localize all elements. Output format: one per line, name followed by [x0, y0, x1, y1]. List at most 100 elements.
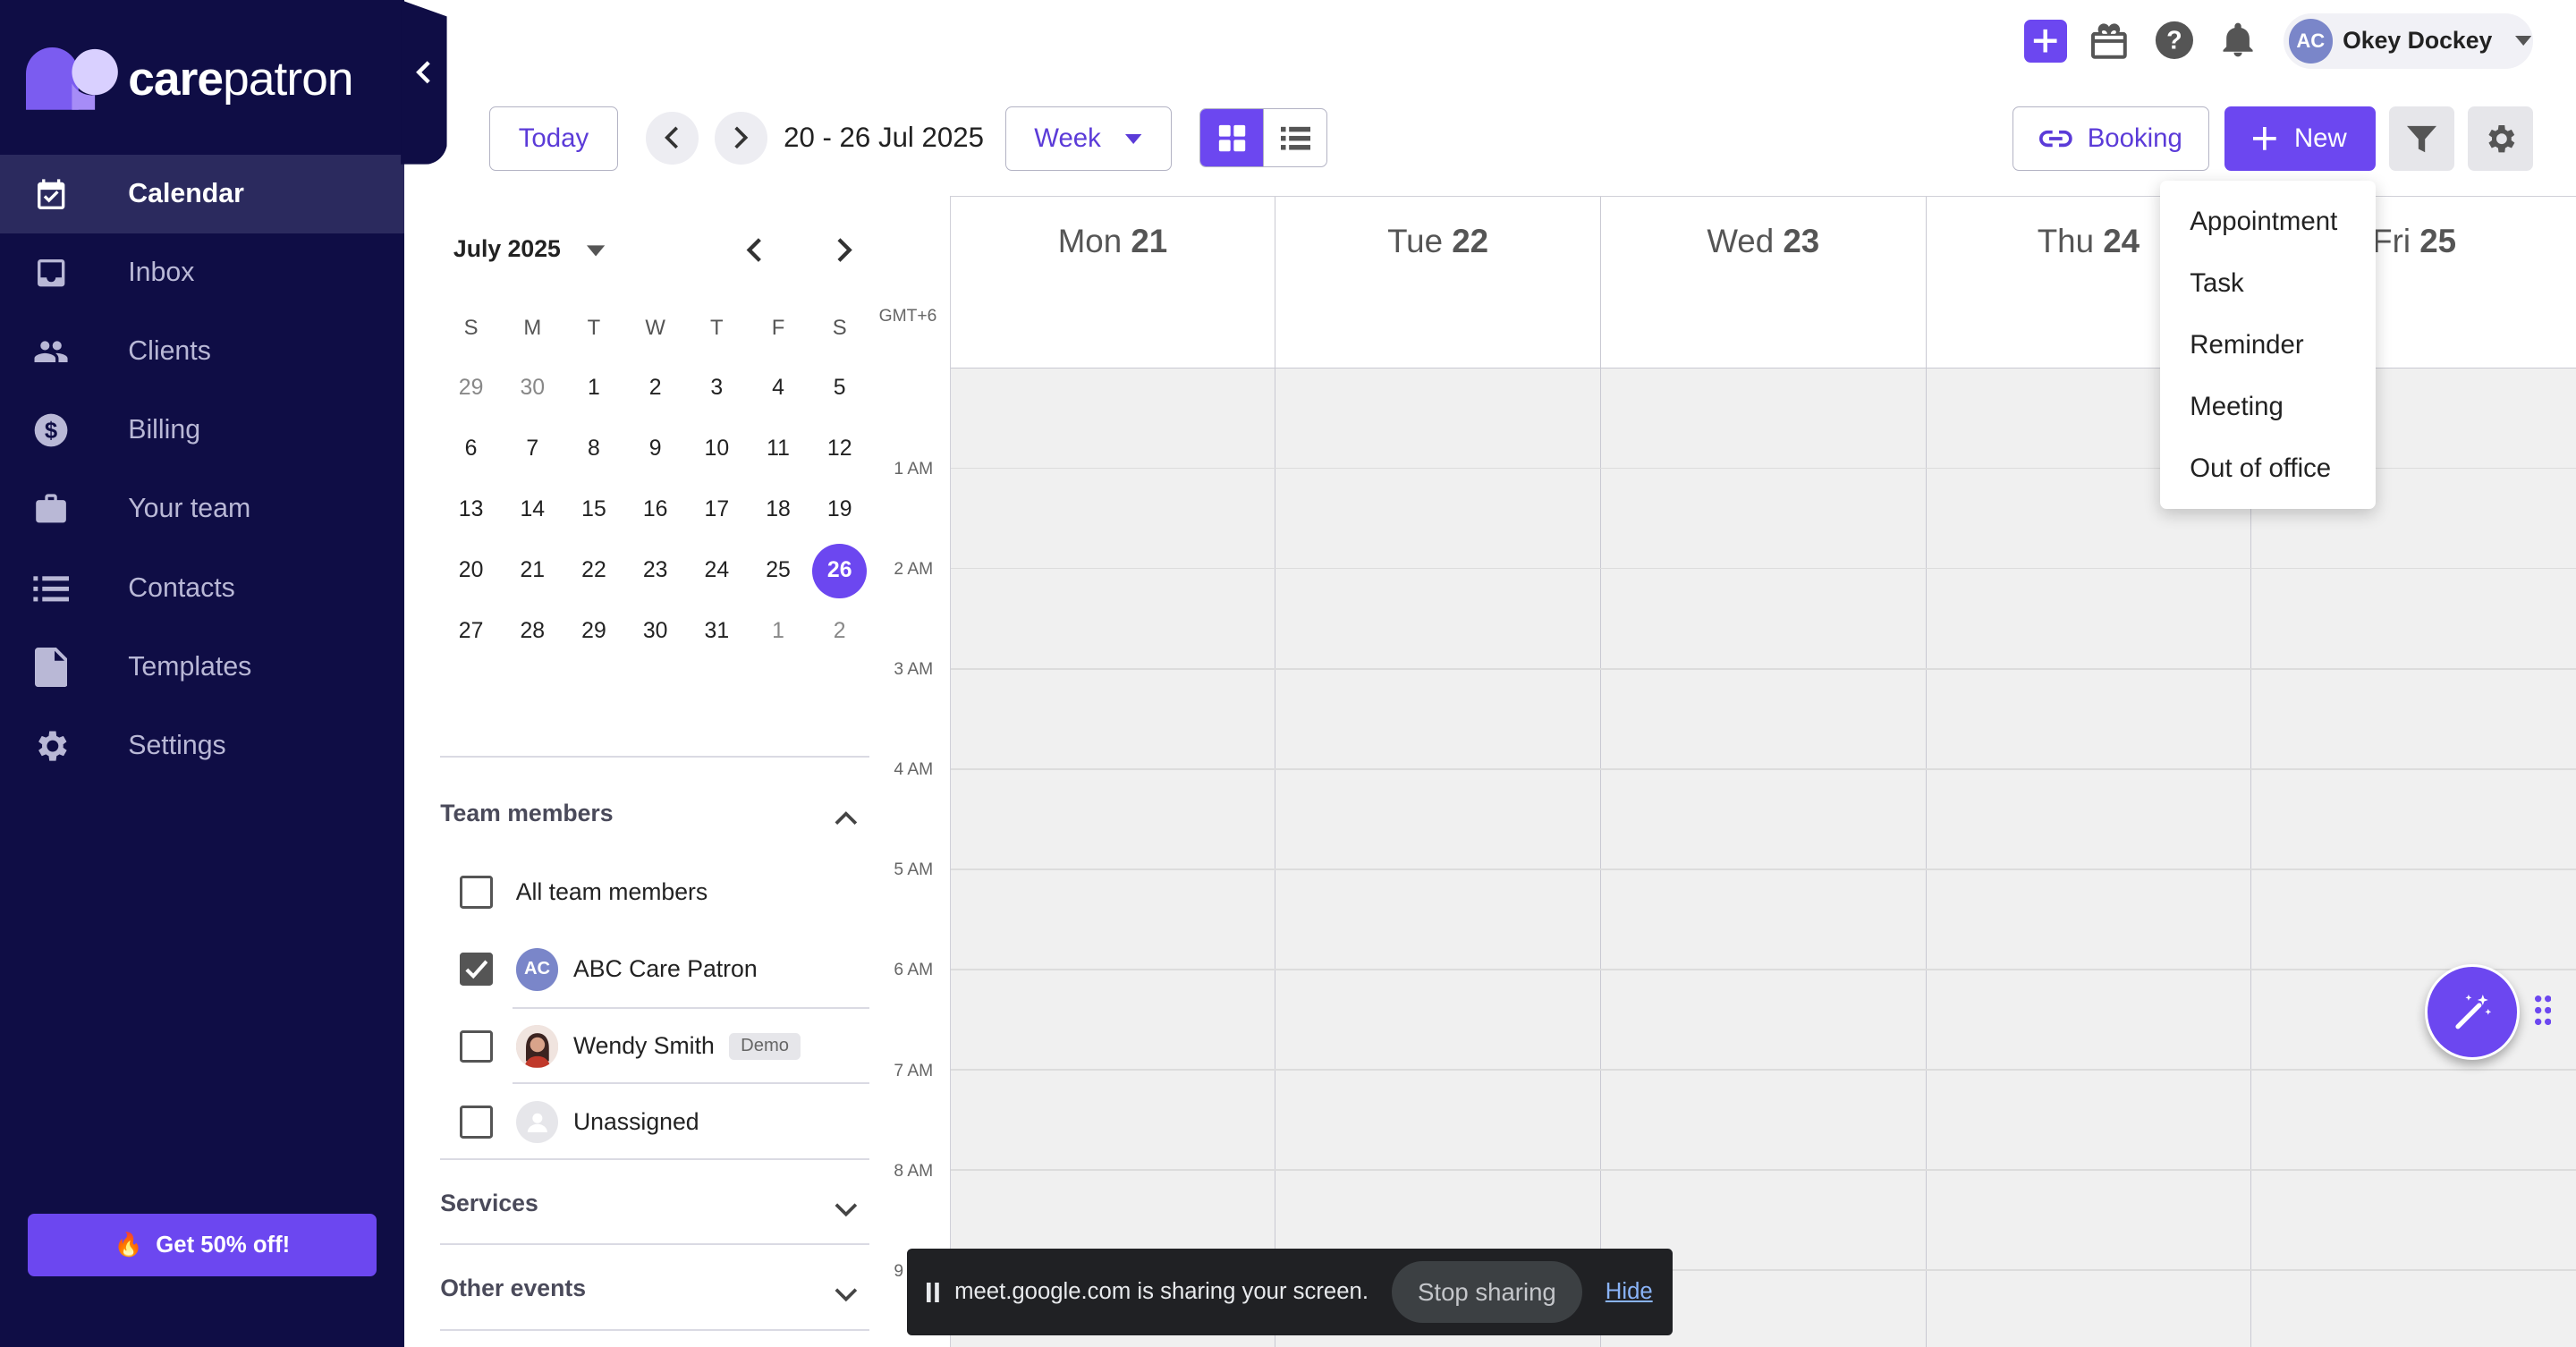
sidebar-item-settings[interactable]: Settings	[0, 707, 404, 785]
prev-week-button[interactable]	[645, 111, 699, 165]
checkbox[interactable]	[460, 875, 493, 909]
day-cell[interactable]: 21	[502, 558, 564, 583]
day-cell[interactable]: 20	[440, 558, 502, 583]
day-column[interactable]	[1926, 367, 2252, 1347]
view-select[interactable]: Week	[1005, 106, 1172, 171]
day-header-mon[interactable]: Mon 21	[950, 196, 1276, 368]
day-cell[interactable]: 1	[748, 619, 809, 644]
day-cell[interactable]: 14	[502, 497, 564, 522]
day-cell[interactable]: 23	[624, 558, 686, 583]
sidebar-item-your-team[interactable]: Your team	[0, 470, 404, 548]
day-cell[interactable]: 18	[748, 497, 809, 522]
weekday-label: S	[832, 316, 847, 341]
checkbox-checked[interactable]	[460, 953, 493, 986]
sidebar-item-clients[interactable]: Clients	[0, 312, 404, 391]
week-row: 29 30 1 2 3 4 5	[440, 358, 870, 419]
day-cell[interactable]: 12	[809, 436, 870, 462]
drag-handle-icon[interactable]	[2535, 995, 2552, 1032]
team-member-row[interactable]: Wendy Smith Demo	[460, 1025, 801, 1068]
calendar-settings-button[interactable]	[2467, 106, 2534, 171]
team-member-row[interactable]: Unassigned	[460, 1100, 699, 1144]
day-cell[interactable]: 17	[686, 497, 748, 522]
day-cell[interactable]: 16	[624, 497, 686, 522]
mini-prev-month-button[interactable]	[742, 235, 768, 272]
quick-add-button[interactable]	[2023, 20, 2067, 63]
day-cell[interactable]: 28	[502, 619, 564, 644]
sidebar-item-calendar[interactable]: Calendar	[0, 154, 404, 233]
day-cell[interactable]: 15	[564, 497, 625, 522]
day-cell[interactable]: 13	[440, 497, 502, 522]
checkbox[interactable]	[460, 1106, 493, 1139]
day-cell[interactable]: 30	[624, 619, 686, 644]
sidebar-item-templates[interactable]: Templates	[0, 628, 404, 707]
day-cell[interactable]: 4	[748, 376, 809, 401]
services-expand-button[interactable]	[835, 1194, 858, 1224]
day-header-tue[interactable]: Tue 22	[1275, 196, 1601, 368]
booking-button[interactable]: Booking	[2012, 106, 2210, 171]
sidebar-item-billing[interactable]: $ Billing	[0, 391, 404, 470]
other-events-expand-button[interactable]	[835, 1280, 858, 1310]
day-column[interactable]	[1275, 367, 1601, 1347]
stop-sharing-button[interactable]: Stop sharing	[1391, 1260, 1583, 1324]
day-cell[interactable]: 25	[748, 558, 809, 583]
day-cell[interactable]: 31	[686, 619, 748, 644]
day-cell[interactable]: 7	[502, 436, 564, 462]
day-header-wed[interactable]: Wed 23	[1600, 196, 1927, 368]
grid-view-button[interactable]	[1199, 109, 1264, 167]
mini-calendar-grid: S M T W T F S 29 30 1 2 3 4 5 6 7 8 9 10…	[440, 299, 870, 662]
day-cell[interactable]: 29	[440, 376, 502, 401]
menu-item-reminder[interactable]: Reminder	[2160, 314, 2376, 376]
ai-assistant-button[interactable]	[2424, 964, 2521, 1060]
day-cell[interactable]: 30	[502, 376, 564, 401]
day-cell[interactable]: 29	[564, 619, 625, 644]
day-cell[interactable]: 3	[686, 376, 748, 401]
today-button[interactable]: Today	[489, 106, 618, 171]
day-cell[interactable]: 2	[809, 619, 870, 644]
sidebar-item-contacts[interactable]: Contacts	[0, 548, 404, 627]
day-cell[interactable]: 1	[564, 376, 625, 401]
day-column[interactable]	[2251, 367, 2576, 1347]
chevron-down-icon	[835, 1203, 858, 1217]
notifications-button[interactable]	[2218, 20, 2258, 68]
day-cell[interactable]: 24	[686, 558, 748, 583]
day-cell-selected[interactable]: 26	[809, 543, 870, 598]
menu-item-out-of-office[interactable]: Out of office	[2160, 437, 2376, 499]
day-column[interactable]	[950, 367, 1276, 1347]
menu-item-meeting[interactable]: Meeting	[2160, 376, 2376, 437]
menu-item-appointment[interactable]: Appointment	[2160, 191, 2376, 252]
day-cell[interactable]: 8	[564, 436, 625, 462]
menu-item-task[interactable]: Task	[2160, 252, 2376, 314]
day-cell[interactable]: 5	[809, 376, 870, 401]
other-events-section[interactable]: Other events	[440, 1275, 586, 1302]
day-name: Tue	[1387, 222, 1444, 259]
services-section[interactable]: Services	[440, 1190, 538, 1217]
day-cell[interactable]: 2	[624, 376, 686, 401]
team-members-collapse-button[interactable]	[835, 803, 858, 834]
checkbox[interactable]	[460, 1029, 493, 1063]
hide-link[interactable]: Hide	[1606, 1279, 1653, 1305]
sidebar-collapse-button[interactable]	[401, 0, 447, 165]
day-cell[interactable]: 6	[440, 436, 502, 462]
sidebar-item-inbox[interactable]: Inbox	[0, 233, 404, 312]
mini-next-month-button[interactable]	[830, 235, 856, 272]
team-member-row[interactable]: AC ABC Care Patron	[460, 947, 758, 991]
all-team-members-option[interactable]: All team members	[460, 875, 708, 909]
day-column[interactable]	[1600, 367, 1927, 1347]
new-button[interactable]: New	[2224, 106, 2376, 171]
help-button[interactable]: ?	[2154, 20, 2195, 68]
day-cell[interactable]: 10	[686, 436, 748, 462]
next-week-button[interactable]	[714, 111, 767, 165]
logo[interactable]: carepatron	[26, 46, 354, 111]
day-cell[interactable]: 9	[624, 436, 686, 462]
day-cell[interactable]: 27	[440, 619, 502, 644]
promo-button[interactable]: 🔥 Get 50% off!	[28, 1214, 377, 1277]
sidebar-item-label: Billing	[128, 415, 201, 445]
gift-button[interactable]	[2088, 20, 2131, 70]
user-menu[interactable]: AC Okey Dockey	[2284, 13, 2534, 70]
day-cell[interactable]: 11	[748, 436, 809, 462]
filter-button[interactable]	[2388, 106, 2454, 171]
mini-calendar-month[interactable]: July 2025	[453, 235, 606, 263]
day-cell[interactable]: 19	[809, 497, 870, 522]
list-view-button[interactable]	[1263, 109, 1326, 167]
day-cell[interactable]: 22	[564, 558, 625, 583]
